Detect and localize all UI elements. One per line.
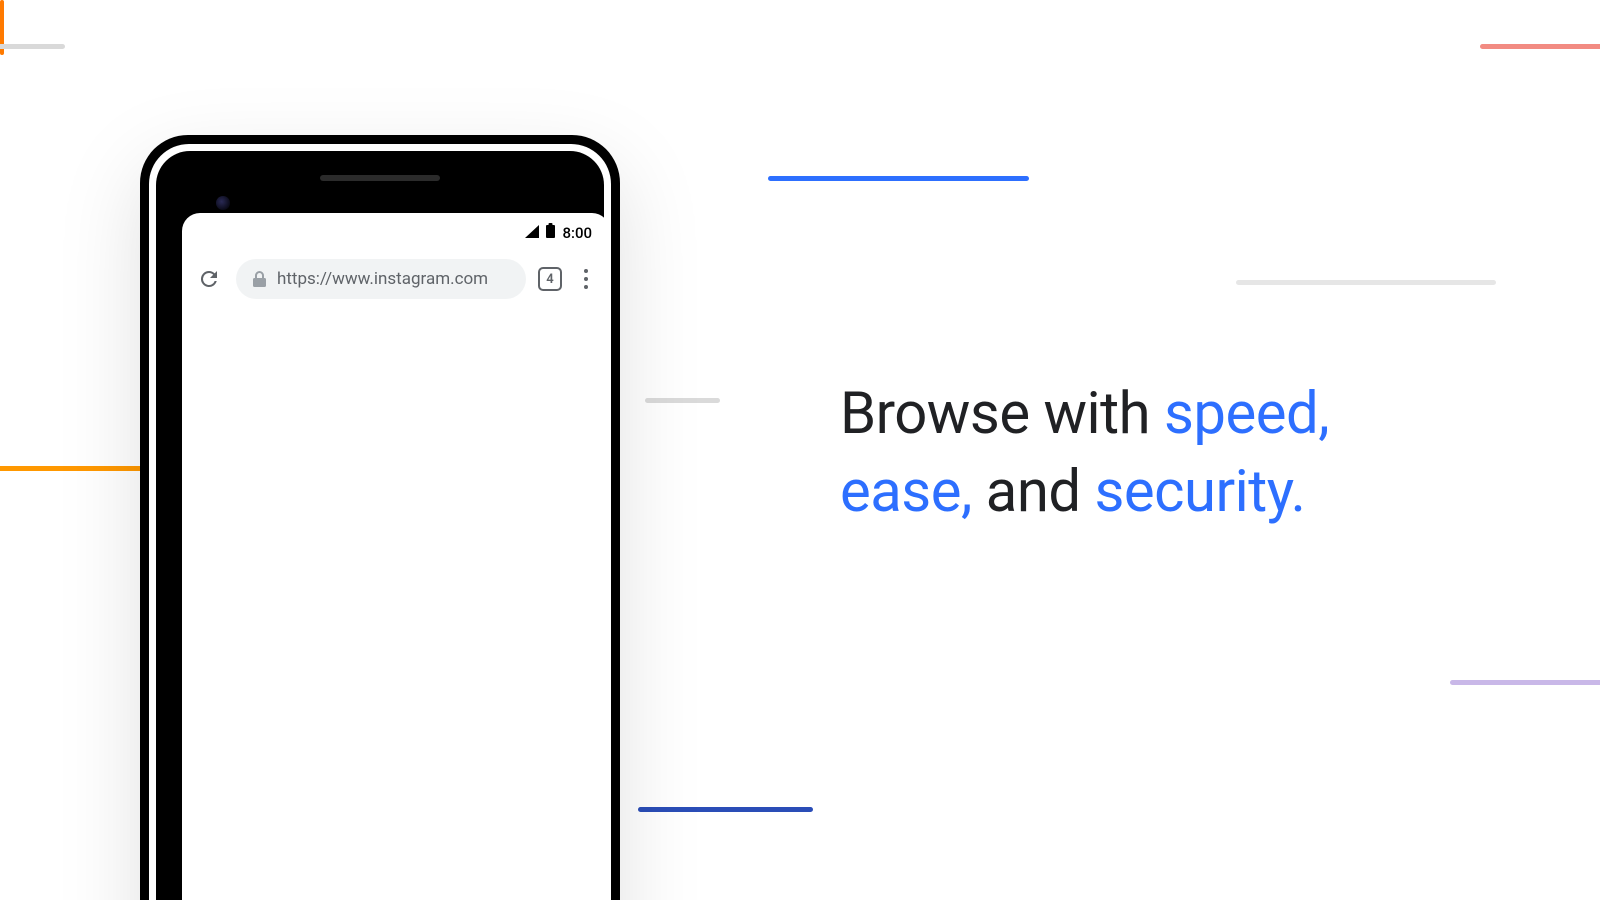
- status-bar: 8:00: [525, 223, 592, 242]
- headline: Browse with speed, ease, and security.: [840, 375, 1460, 532]
- phone-speaker: [320, 175, 440, 181]
- headline-text: Browse with: [840, 380, 1164, 448]
- headline-accent: security.: [1094, 458, 1305, 526]
- reload-icon: [197, 267, 221, 291]
- address-bar[interactable]: https://www.instagram.com: [236, 259, 526, 299]
- overflow-menu-button[interactable]: [574, 264, 598, 294]
- kebab-dot-icon: [584, 269, 588, 273]
- tab-switcher-button[interactable]: 4: [538, 267, 562, 291]
- browser-toolbar: https://www.instagram.com 4: [182, 253, 610, 305]
- signal-icon: [525, 224, 539, 242]
- kebab-dot-icon: [584, 285, 588, 289]
- decoration-line: [0, 466, 145, 471]
- lock-icon: [252, 271, 267, 288]
- tab-count: 4: [546, 272, 553, 287]
- decoration-line: [645, 398, 720, 403]
- battery-icon: [546, 223, 555, 242]
- url-text: https://www.instagram.com: [277, 269, 488, 289]
- headline-text: and: [972, 458, 1095, 526]
- decoration-line: [1450, 680, 1600, 685]
- kebab-dot-icon: [584, 277, 588, 281]
- decoration-line: [768, 176, 1029, 181]
- decoration-line: [1480, 44, 1600, 49]
- reload-button[interactable]: [194, 264, 224, 294]
- phone-mockup: 8:00 https://www.instagram.com: [140, 135, 620, 900]
- decoration-line: [638, 807, 813, 812]
- status-time: 8:00: [562, 224, 592, 242]
- decoration-line: [0, 44, 65, 49]
- phone-screen: 8:00 https://www.instagram.com: [182, 213, 610, 900]
- decoration-line: [1236, 280, 1496, 285]
- phone-camera: [216, 196, 230, 210]
